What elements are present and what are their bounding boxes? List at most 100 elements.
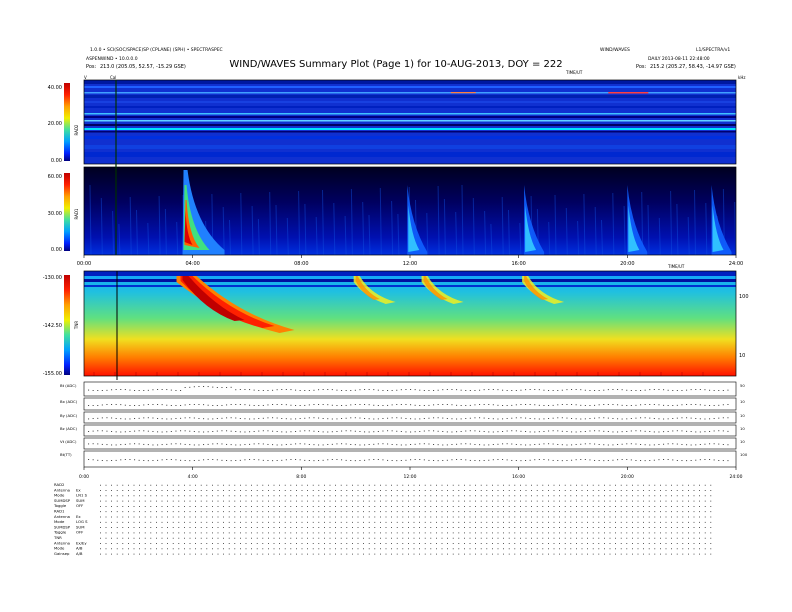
info-dot xyxy=(167,516,168,518)
info-dot xyxy=(122,484,124,486)
hk-trace-dot xyxy=(373,459,375,460)
info-dot xyxy=(368,543,370,544)
hk-trace-dot xyxy=(345,417,347,419)
info-dot xyxy=(340,511,342,513)
info-dot xyxy=(570,511,572,513)
info-dot xyxy=(212,532,213,534)
info-dot xyxy=(424,516,426,518)
info-dot xyxy=(632,537,633,539)
hk-trace-dot xyxy=(465,459,467,461)
info-dot xyxy=(492,511,493,513)
hk-trace-dot xyxy=(359,404,361,405)
header-left-pos-label: Pos: xyxy=(86,64,97,70)
info-dot xyxy=(296,490,297,491)
info-dot xyxy=(424,495,426,497)
hk-trace-dot xyxy=(161,389,163,390)
hk-trace-dot xyxy=(101,430,103,432)
info-dot xyxy=(111,506,112,507)
hk-trace-dot xyxy=(483,444,485,446)
info-dot xyxy=(609,537,611,539)
info-dot xyxy=(626,521,628,523)
info-dot xyxy=(592,490,594,491)
info-dot xyxy=(133,532,135,534)
info-dot xyxy=(402,548,404,550)
hk-trace-dot xyxy=(644,417,646,419)
hk-trace-dot xyxy=(184,443,186,445)
hk-trace-dot xyxy=(635,443,637,445)
info-dot xyxy=(228,516,230,518)
hk-trace-dot xyxy=(410,389,412,390)
hk-trace-dot xyxy=(387,404,389,406)
info-dot xyxy=(492,532,493,534)
info-dot xyxy=(167,490,168,491)
hk-trace-dot xyxy=(699,444,701,445)
info-dot xyxy=(598,500,600,502)
hk-trace-dot xyxy=(598,444,600,445)
info-dot xyxy=(385,537,387,539)
hk-trace-dot xyxy=(276,460,278,461)
hk-trace-dot xyxy=(166,418,168,420)
hk-trace-dot xyxy=(184,387,186,388)
info-dot xyxy=(172,506,174,507)
hk-trace-dot xyxy=(244,404,246,406)
info-dot xyxy=(105,495,107,497)
info-dot xyxy=(671,532,672,534)
info-dot xyxy=(200,495,202,497)
info-dot xyxy=(150,548,152,550)
info-dot xyxy=(178,511,180,513)
info-dot xyxy=(139,553,140,555)
hk-trace-dot xyxy=(276,404,278,405)
info-dot xyxy=(161,495,163,497)
info-dot xyxy=(430,495,432,497)
hk-trace-dot xyxy=(299,443,301,445)
hk-trace-dot xyxy=(391,444,393,445)
hk-trace-dot xyxy=(129,443,131,445)
hk-trace-dot xyxy=(557,417,559,419)
info-dot xyxy=(161,532,163,534)
info-dot xyxy=(200,532,202,534)
hk-trace-dot xyxy=(690,389,692,391)
rad2-tick-mid: 20.00 xyxy=(48,121,62,127)
hk-trace-dot xyxy=(649,404,651,405)
info-dot xyxy=(486,500,488,502)
info-dot xyxy=(228,495,230,497)
info-dot xyxy=(436,511,437,513)
hk-trace-dot xyxy=(502,431,504,432)
info-dot xyxy=(105,521,107,523)
info-dot xyxy=(279,484,280,486)
info-dot xyxy=(245,527,247,528)
hk-trace-dot xyxy=(170,405,172,406)
hk-trace-dot xyxy=(221,417,223,419)
hk-trace-dot xyxy=(143,443,145,445)
info-dot xyxy=(671,490,672,491)
info-dot xyxy=(184,490,185,491)
info-dot xyxy=(660,537,661,539)
info-dot xyxy=(419,484,420,486)
info-dot xyxy=(536,543,538,544)
info-dot xyxy=(570,553,572,555)
info-dot xyxy=(525,548,527,550)
hk-trace-dot xyxy=(653,459,655,461)
info-dot xyxy=(324,553,325,555)
info-dot xyxy=(111,548,112,550)
info-dot xyxy=(480,506,482,507)
info-dot xyxy=(329,527,331,528)
info-dot xyxy=(424,521,426,523)
info-dot xyxy=(133,527,135,528)
info-dot xyxy=(212,506,213,507)
mid-axis-tick-label: 24:00 xyxy=(729,261,743,267)
info-dot xyxy=(374,506,376,507)
info-dot xyxy=(458,484,460,486)
hk-trace-dot xyxy=(350,417,352,419)
hk-trace-dot xyxy=(212,418,214,420)
hk-trace-dot xyxy=(203,459,205,461)
info-value: SUM xyxy=(76,524,84,529)
info-dot xyxy=(324,516,325,518)
info-dot xyxy=(570,506,572,507)
info-dot xyxy=(480,500,482,502)
info-dot xyxy=(234,506,236,507)
info-dot xyxy=(480,553,482,555)
info-dot xyxy=(200,516,202,518)
info-dot xyxy=(396,500,398,502)
info-dot xyxy=(693,537,695,539)
